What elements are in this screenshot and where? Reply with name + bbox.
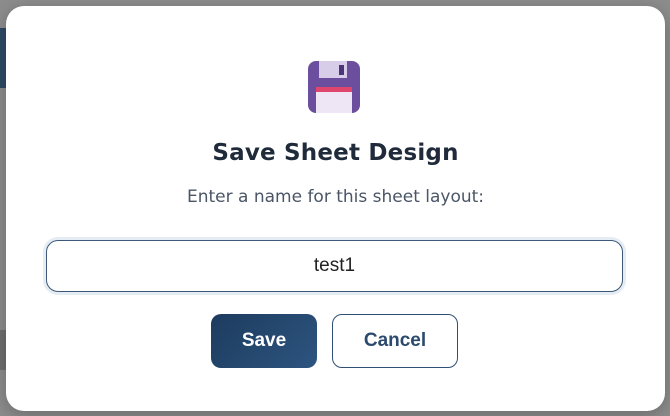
dialog-title: Save Sheet Design — [212, 140, 459, 166]
cancel-button[interactable]: Cancel — [332, 314, 458, 368]
dialog-subtitle: Enter a name for this sheet layout: — [186, 187, 485, 207]
save-sheet-dialog: Save Sheet Design Enter a name for this … — [6, 6, 665, 411]
sheet-name-input[interactable] — [46, 240, 623, 292]
floppy-disk-icon — [308, 61, 360, 113]
save-button[interactable]: Save — [211, 314, 317, 368]
